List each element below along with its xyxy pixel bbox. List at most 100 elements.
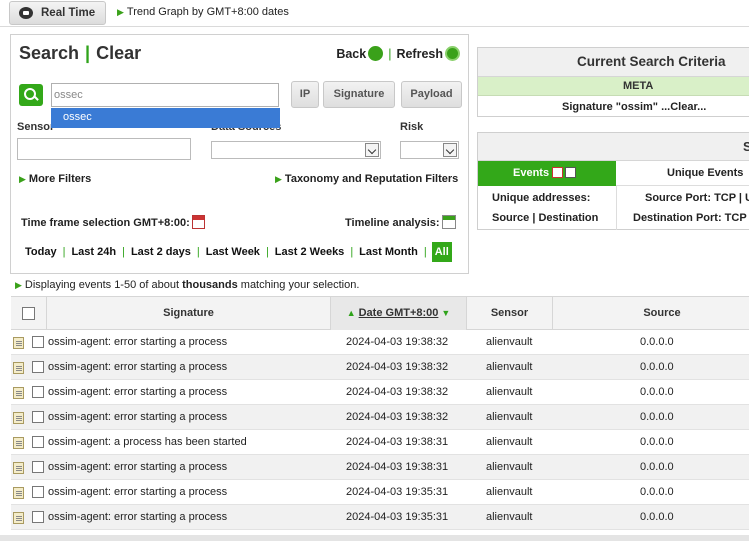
calendar-icon[interactable] <box>191 215 205 229</box>
row-checkbox[interactable] <box>32 386 44 398</box>
row-checkbox[interactable] <box>32 436 44 448</box>
tab-events[interactable]: Events <box>478 161 616 186</box>
range-today[interactable]: Today <box>25 246 57 258</box>
taxonomy-filters-link[interactable]: ▶ Taxonomy and Reputation Filters <box>275 173 458 185</box>
cell-date: 2024-04-03 19:38:32 <box>346 386 449 398</box>
ip-button[interactable]: IP <box>291 81 319 108</box>
note-icon[interactable] <box>13 437 24 449</box>
cell-signature[interactable]: ossim-agent: error starting a process <box>48 405 227 430</box>
table-row[interactable]: ossim-agent: a process has been started 2… <box>11 430 749 455</box>
data-sources-select[interactable] <box>211 141 381 159</box>
trend-graph-link[interactable]: ▶ Trend Graph by GMT+8:00 dates <box>117 6 289 18</box>
clear-link[interactable]: Clear <box>96 43 141 63</box>
note-icon[interactable] <box>13 462 24 474</box>
more-filters-link[interactable]: ▶ More Filters <box>19 173 91 185</box>
separator: | <box>423 246 427 258</box>
cell-source[interactable]: 0.0.0.0 <box>640 480 674 505</box>
cell-signature[interactable]: ossim-agent: error starting a process <box>48 505 227 530</box>
sort-desc-icon[interactable]: ▼ <box>441 308 450 318</box>
search-link[interactable]: Search <box>19 43 79 63</box>
cell-source[interactable]: 0.0.0.0 <box>640 430 674 455</box>
cell-source[interactable]: 0.0.0.0 <box>640 405 674 430</box>
realtime-button[interactable]: Real Time <box>9 1 106 25</box>
signature-button[interactable]: Signature <box>323 81 395 108</box>
row-checkbox[interactable] <box>32 511 44 523</box>
cell-signature[interactable]: ossim-agent: error starting a process <box>48 330 227 355</box>
cell-source[interactable]: 0.0.0.0 <box>640 455 674 480</box>
cell-signature[interactable]: ossim-agent: error starting a process <box>48 380 227 405</box>
note-icon[interactable] <box>13 337 24 349</box>
header-signature[interactable]: Signature <box>47 297 331 330</box>
results-status: ▶ Displaying events 1-50 of about thousan… <box>15 279 359 291</box>
cell-signature[interactable]: ossim-agent: error starting a process <box>48 455 227 480</box>
row-checkbox[interactable] <box>32 486 44 498</box>
note-icon[interactable] <box>13 487 24 499</box>
back-arrow-icon[interactable] <box>368 46 384 61</box>
cell-signature[interactable]: ossim-agent: error starting a process <box>48 355 227 380</box>
row-checkbox[interactable] <box>32 461 44 473</box>
cell-signature[interactable]: ossim-agent: a process has been started <box>48 430 247 455</box>
cell-signature[interactable]: ossim-agent: error starting a process <box>48 480 227 505</box>
table-row[interactable]: ossim-agent: error starting a process 202… <box>11 455 749 480</box>
cell-source[interactable]: 0.0.0.0 <box>640 330 674 355</box>
top-bar: Real Time ▶ Trend Graph by GMT+8:00 dates <box>0 0 749 26</box>
refresh-link[interactable]: Refresh <box>396 47 443 61</box>
range-last-24h[interactable]: Last 24h <box>71 246 116 258</box>
row-checkbox[interactable] <box>32 336 44 348</box>
range-last-week[interactable]: Last Week <box>206 246 260 258</box>
table-row[interactable]: ossim-agent: error starting a process 202… <box>11 355 749 380</box>
table-row[interactable]: ossim-agent: error starting a process 202… <box>11 505 749 530</box>
risk-select[interactable] <box>400 141 459 159</box>
more-filters-label: More Filters <box>28 173 92 185</box>
source-destination-links[interactable]: Source | Destination <box>492 208 598 228</box>
separator: | <box>388 47 392 61</box>
search-go-button[interactable] <box>19 84 43 106</box>
cell-sensor: alienvault <box>486 461 533 473</box>
cell-sensor: alienvault <box>486 511 533 523</box>
table-row[interactable]: ossim-agent: error starting a process 202… <box>11 380 749 405</box>
cell-source[interactable]: 0.0.0.0 <box>640 355 674 380</box>
autocomplete-suggestion[interactable]: ossec <box>51 108 280 128</box>
back-link[interactable]: Back <box>336 47 366 61</box>
status-suffix: matching your selection. <box>240 279 360 291</box>
sort-asc-icon[interactable]: ▲ <box>347 308 356 318</box>
search-input[interactable] <box>51 83 279 107</box>
cell-source[interactable]: 0.0.0.0 <box>640 505 674 530</box>
range-all[interactable]: All <box>431 242 452 262</box>
note-icon[interactable] <box>13 412 24 424</box>
payload-button[interactable]: Payload <box>401 81 462 108</box>
table-row[interactable]: ossim-agent: error starting a process 202… <box>11 480 749 505</box>
select-all-checkbox[interactable] <box>22 306 35 320</box>
criteria-signature[interactable]: Signature "ossim" ...Clear... <box>478 98 749 113</box>
table-row[interactable]: ossim-agent: error starting a process 202… <box>11 330 749 355</box>
note-icon[interactable] <box>13 362 24 374</box>
sensor-field[interactable] <box>17 138 191 160</box>
timeline-icon[interactable] <box>441 215 456 229</box>
status-prefix: Displaying events 1-50 of about <box>24 279 180 291</box>
range-last-2-days[interactable]: Last 2 days <box>131 246 191 258</box>
cell-sensor: alienvault <box>486 411 533 423</box>
cell-source[interactable]: 0.0.0.0 <box>640 380 674 405</box>
range-last-month[interactable]: Last Month <box>359 246 418 258</box>
header-sensor[interactable]: Sensor <box>467 297 553 330</box>
header-source[interactable]: Source <box>553 297 749 330</box>
destination-port-links[interactable]: Destination Port: TCP <box>633 208 749 228</box>
row-checkbox[interactable] <box>32 361 44 373</box>
tab-unique-events[interactable]: Unique Events <box>616 161 749 186</box>
header-date[interactable]: ▲ Date GMT+8:00 ▼ <box>331 297 467 330</box>
cell-date: 2024-04-03 19:38:32 <box>346 336 449 348</box>
time-ranges: Today | Last 24h | Last 2 days | Last Week | Las… <box>23 242 452 262</box>
note-icon[interactable] <box>13 387 24 399</box>
pdf-icon[interactable] <box>552 167 564 178</box>
cell-sensor: alienvault <box>486 361 533 373</box>
row-checkbox[interactable] <box>32 411 44 423</box>
source-port-links[interactable]: Source Port: TCP | U <box>633 188 749 208</box>
export-icon[interactable] <box>565 167 577 178</box>
range-last-2-weeks[interactable]: Last 2 Weeks <box>275 246 345 258</box>
timeline-analysis: Timeline analysis: <box>345 215 456 229</box>
note-icon[interactable] <box>13 512 24 524</box>
refresh-icon[interactable] <box>445 46 460 61</box>
criteria-meta: META <box>478 77 749 96</box>
triangle-right-icon: ▶ <box>19 174 26 184</box>
table-row[interactable]: ossim-agent: error starting a process 202… <box>11 405 749 430</box>
